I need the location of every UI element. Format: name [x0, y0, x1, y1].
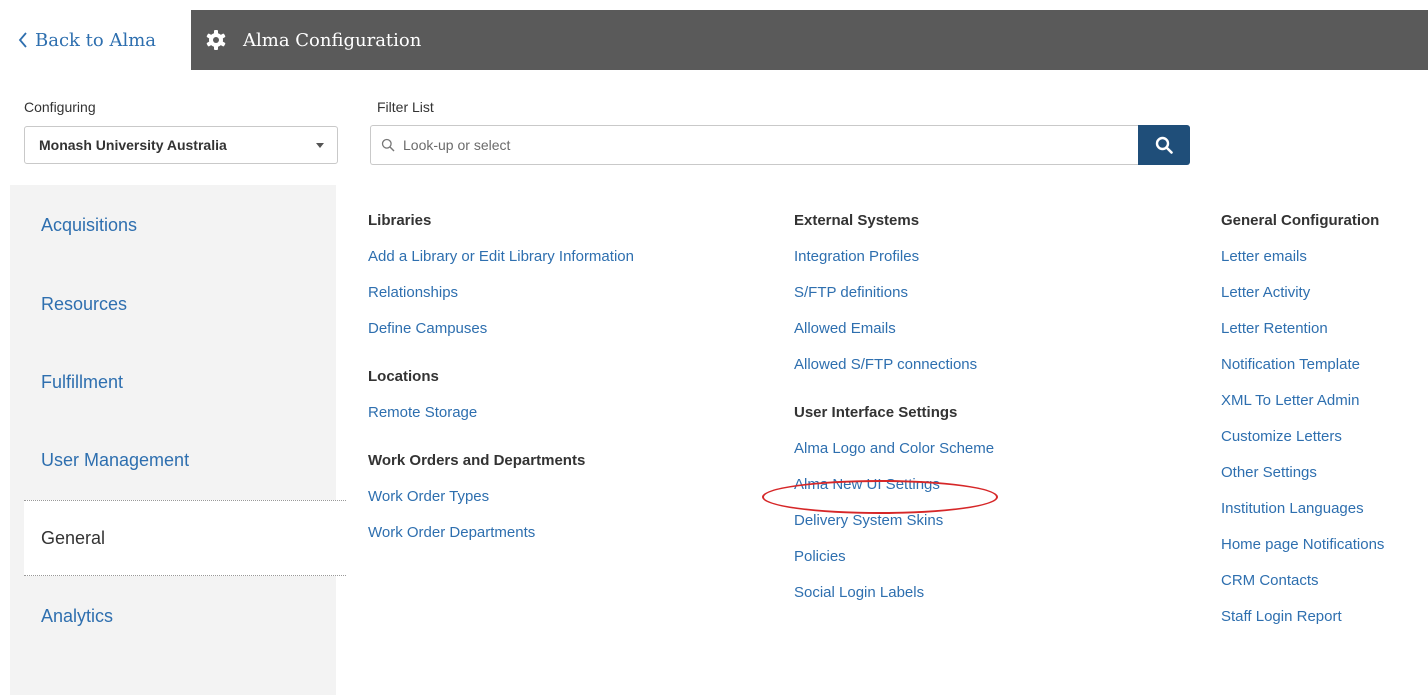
config-column-1: Libraries Add a Library or Edit Library …: [368, 211, 634, 559]
link-work-order-departments[interactable]: Work Order Departments: [368, 523, 634, 559]
link-letter-retention[interactable]: Letter Retention: [1221, 319, 1384, 355]
section-heading-libraries: Libraries: [368, 212, 432, 229]
filter-search-input[interactable]: [401, 136, 1105, 154]
sidebar-item-resources[interactable]: Resources: [10, 266, 336, 342]
configuring-label: Configuring: [24, 99, 96, 115]
search-icon: [1155, 136, 1173, 154]
section-heading-ui-settings: User Interface Settings: [794, 404, 958, 421]
link-xml-to-letter-admin[interactable]: XML To Letter Admin: [1221, 391, 1384, 427]
link-notification-template[interactable]: Notification Template: [1221, 355, 1384, 391]
category-sidebar: Acquisitions Resources Fulfillment User …: [10, 185, 346, 695]
back-label: Back to Alma: [35, 29, 157, 51]
institution-select[interactable]: Monash University Australia: [24, 126, 338, 164]
link-allowed-emails[interactable]: Allowed Emails: [794, 319, 994, 355]
link-policies[interactable]: Policies: [794, 547, 994, 583]
link-crm-contacts[interactable]: CRM Contacts: [1221, 571, 1384, 607]
link-institution-languages[interactable]: Institution Languages: [1221, 499, 1384, 535]
sidebar-item-label: User Management: [41, 449, 190, 470]
section-heading-general-configuration: General Configuration: [1221, 212, 1380, 229]
institution-select-value: Monash University Australia: [39, 137, 227, 153]
link-home-page-notifications[interactable]: Home page Notifications: [1221, 535, 1384, 571]
sidebar-item-label: General: [41, 527, 106, 548]
link-other-settings[interactable]: Other Settings: [1221, 463, 1384, 499]
sidebar-item-user-management[interactable]: User Management: [10, 422, 336, 498]
link-allowed-sftp-connections[interactable]: Allowed S/FTP connections: [794, 355, 994, 391]
filter-list-label: Filter List: [377, 99, 434, 115]
page-title: Alma Configuration: [243, 29, 422, 51]
link-letter-emails[interactable]: Letter emails: [1221, 247, 1384, 283]
link-social-login-labels[interactable]: Social Login Labels: [794, 583, 994, 619]
sidebar-item-acquisitions[interactable]: Acquisitions: [10, 187, 336, 263]
filter-search-box: [370, 125, 1138, 165]
config-column-2: External Systems Integration Profiles S/…: [794, 211, 994, 619]
link-customize-letters[interactable]: Customize Letters: [1221, 427, 1384, 463]
sidebar-item-general[interactable]: General: [24, 500, 346, 576]
sidebar-item-label: Fulfillment: [41, 371, 124, 392]
top-bar: Back to Alma Alma Configuration: [10, 10, 1428, 70]
back-to-alma-link[interactable]: Back to Alma: [10, 10, 191, 70]
link-alma-logo-color-scheme[interactable]: Alma Logo and Color Scheme: [794, 439, 994, 475]
search-hint-icon: [381, 138, 395, 152]
link-alma-new-ui-settings[interactable]: Alma New UI Settings: [794, 475, 994, 511]
link-staff-login-report[interactable]: Staff Login Report: [1221, 607, 1384, 643]
link-define-campuses[interactable]: Define Campuses: [368, 319, 634, 355]
link-letter-activity[interactable]: Letter Activity: [1221, 283, 1384, 319]
sidebar-item-label: Analytics: [41, 605, 114, 626]
link-sftp-definitions[interactable]: S/FTP definitions: [794, 283, 994, 319]
section-heading-work-orders: Work Orders and Departments: [368, 452, 586, 469]
gear-icon: [205, 29, 227, 51]
section-heading-locations: Locations: [368, 368, 439, 385]
link-work-order-types[interactable]: Work Order Types: [368, 487, 634, 523]
page-header: Alma Configuration: [205, 10, 421, 70]
link-delivery-system-skins[interactable]: Delivery System Skins: [794, 511, 994, 547]
link-add-library[interactable]: Add a Library or Edit Library Informatio…: [368, 247, 634, 283]
link-relationships[interactable]: Relationships: [368, 283, 634, 319]
sidebar-item-fulfillment[interactable]: Fulfillment: [10, 344, 336, 420]
section-heading-external-systems: External Systems: [794, 212, 920, 229]
search-button[interactable]: [1138, 125, 1190, 165]
link-integration-profiles[interactable]: Integration Profiles: [794, 247, 994, 283]
link-remote-storage[interactable]: Remote Storage: [368, 403, 634, 439]
config-column-3: General Configuration Letter emails Lett…: [1221, 211, 1384, 643]
sidebar-item-label: Acquisitions: [41, 214, 138, 235]
sidebar-item-analytics[interactable]: Analytics: [10, 578, 336, 654]
caret-down-icon: [316, 143, 324, 148]
sidebar-item-label: Resources: [41, 293, 128, 314]
chevron-left-icon: [18, 32, 28, 48]
